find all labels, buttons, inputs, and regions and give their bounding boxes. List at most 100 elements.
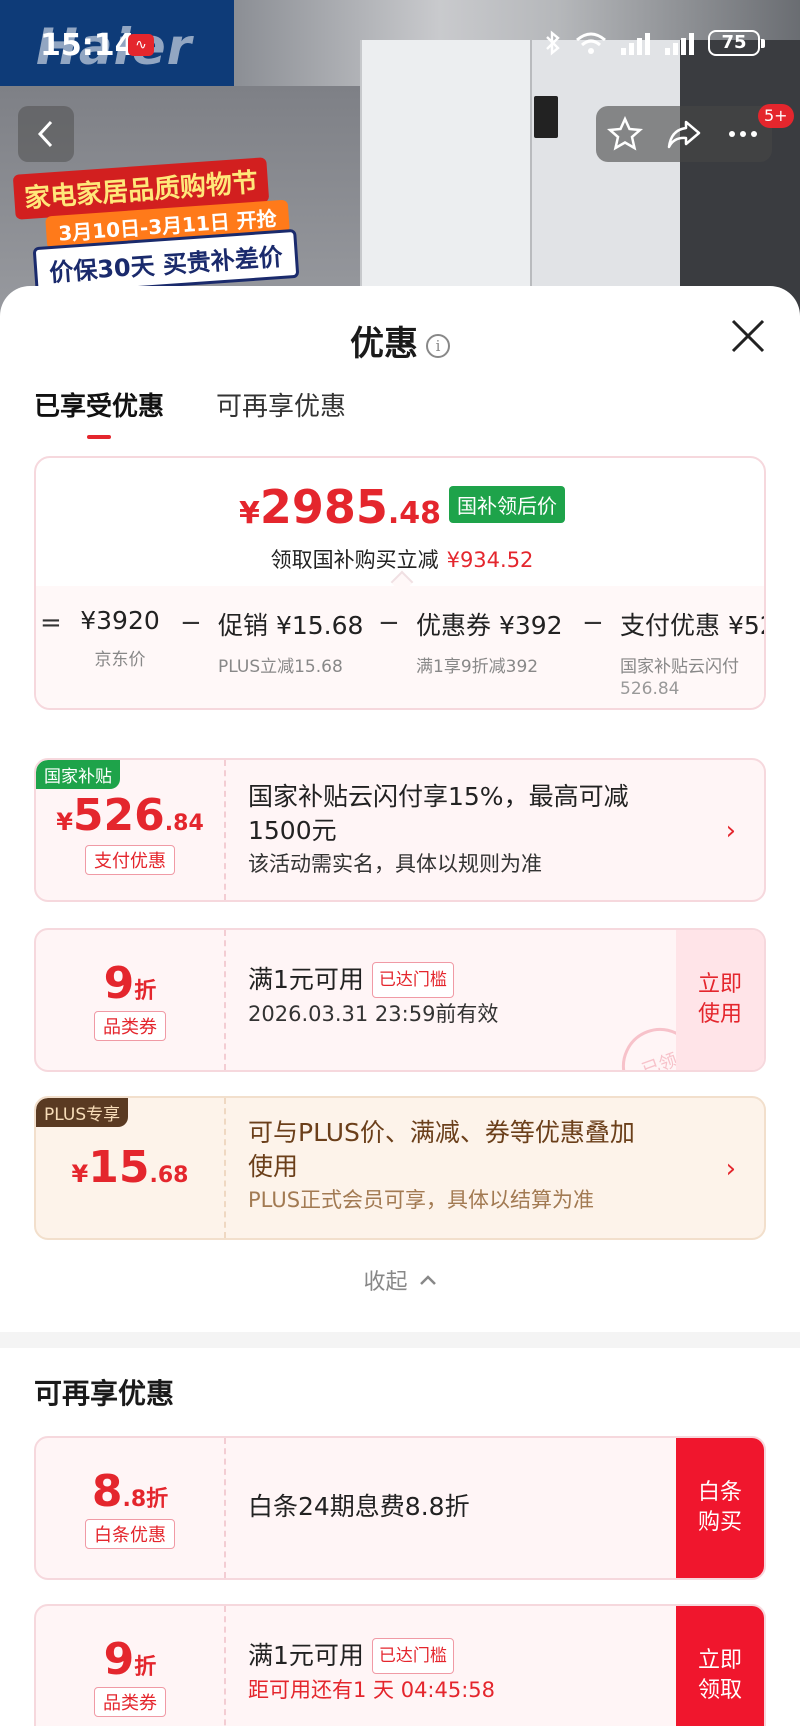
coupon-amount-area: 9折 品类券 (36, 1606, 224, 1726)
sheet-title: 优惠 i (0, 316, 800, 365)
coupon-details: 国家补贴云闪付享15%，最高可减 1500元 该活动需实名，具体以规则为准 (248, 760, 764, 900)
chevron-up-icon (419, 1275, 436, 1285)
close-button[interactable] (728, 316, 768, 356)
coupon-title-line2: 1500元 (248, 816, 337, 845)
coupon-national-subsidy[interactable]: 国家补贴 ¥526.84 支付优惠 国家补贴云闪付享15%，最高可减 1500元… (34, 758, 766, 902)
tab-enjoyed[interactable]: 已享受优惠 (34, 386, 164, 439)
coupon-divider (224, 760, 226, 900)
more-icon[interactable] (725, 116, 761, 152)
breakdown-label: 满1享9折减392 (416, 657, 539, 677)
reduce-amount: ¥934.52 (446, 548, 534, 572)
breakdown-value: 优惠券 ¥392 (416, 611, 563, 640)
recording-icon: ∿ (128, 34, 154, 56)
reduce-line: 领取国补购买立减 ¥934.52 (36, 544, 764, 574)
chevron-right-icon[interactable]: › (726, 816, 736, 846)
coupon-amount-integer: 15 (88, 1142, 150, 1193)
breakdown-label: PLUS立减15.68 (218, 657, 343, 677)
battery-indicator: 75 (708, 30, 765, 56)
coupon-category[interactable]: 9折 品类券 满1元可用 已达门槛 2026.03.31 23:59前有效 已领 … (34, 928, 766, 1072)
coupon-divider (224, 1098, 226, 1238)
final-price-currency: ¥ (238, 496, 260, 531)
coupon-amount-area: 8.8折 白条优惠 (36, 1438, 224, 1578)
coupon-title: 满1元可用 (248, 965, 364, 994)
price-summary-card: ¥2985.48 国补领后价 领取国补购买立减 ¥934.52 = ¥3920 京东… (34, 456, 766, 710)
coupon-amount: ¥15.68 (36, 1142, 224, 1193)
breakdown-operator: = (40, 608, 62, 638)
coupon-discount-unit: .8折 (122, 1487, 169, 1512)
breakdown-item: ¥3920 京东价 (78, 606, 162, 670)
breakdown-label-2: 526.84 (620, 679, 680, 699)
bluetooth-icon (546, 30, 560, 56)
coupon-type-label: 支付优惠 (85, 845, 175, 875)
coupon-type-label: 白条优惠 (85, 1519, 175, 1549)
breakdown-value: 支付优惠 ¥52 (620, 611, 766, 640)
breakdown-item: 优惠券 ¥392 满1享9折减392 (416, 606, 563, 677)
reduce-text: 领取国补购买立减 (270, 548, 439, 572)
coupon-details: 可与PLUS价、满减、券等优惠叠加 使用 PLUS正式会员可享，具体以结算为准 (248, 1098, 764, 1238)
coupon-divider (224, 1438, 226, 1578)
baitiao-buy-button[interactable]: 白条 购买 (676, 1438, 764, 1578)
info-icon[interactable]: i (426, 334, 450, 358)
coupon-amount-decimal: .84 (164, 811, 204, 836)
coupon-discount-number: 9 (103, 1634, 135, 1685)
close-icon (731, 319, 765, 353)
final-price-tag: 国补领后价 (449, 486, 566, 523)
coupon-amount: 8.8折 (36, 1466, 224, 1517)
breakdown-value: ¥3920 (80, 606, 160, 635)
coupon-currency: ¥ (56, 808, 73, 836)
breakdown-item: 促销 ¥15.68 PLUS立减15.68 (218, 606, 363, 677)
top-action-bar (596, 106, 772, 162)
coupon-type-label: 品类券 (94, 1011, 166, 1041)
coupon-title: 国家补贴云闪付享15%，最高可减 (248, 782, 629, 811)
breakdown-operator: − (180, 608, 202, 638)
coupon-amount: 9折 (36, 958, 224, 1009)
more-discounts-title: 可再享优惠 (34, 1377, 175, 1410)
coupon-subtitle: 该活动需实名，具体以规则为准 (248, 852, 542, 876)
coupon-divider (224, 1606, 226, 1726)
claim-now-button[interactable]: 立即 领取 (676, 1606, 764, 1726)
coupon-plus[interactable]: PLUS专享 ¥15.68 可与PLUS价、满减、券等优惠叠加 使用 PLUS正… (34, 1096, 766, 1240)
breakdown-operator: − (582, 608, 604, 638)
breakdown-value: 促销 ¥15.68 (218, 611, 364, 640)
status-time: 15:14 (40, 28, 136, 63)
promo-banner: 家电家居品质购物节 3月10日-3月11日 开抢 价保30天 买贵补差价 (12, 150, 322, 297)
signal-icon-2 (665, 33, 694, 55)
threshold-met-badge: 已达门槛 (371, 962, 454, 998)
wifi-icon (576, 32, 606, 54)
message-badge: 5+ (758, 104, 794, 128)
breakdown-label: 京东价 (94, 650, 146, 670)
star-icon[interactable] (607, 116, 644, 152)
coupon-category-claim[interactable]: 9折 品类券 满1元可用 已达门槛 距可用还有1 天 04:45:58 立即 领取 (34, 1604, 766, 1726)
breakdown-label: 国家补贴云闪付 (620, 657, 739, 677)
section-divider (0, 1332, 800, 1348)
coupon-discount-unit: 折 (134, 979, 157, 1004)
breakdown-operator: − (378, 608, 400, 638)
coupon-discount-unit: 折 (134, 1655, 157, 1680)
coupon-amount: ¥526.84 (36, 790, 224, 841)
final-price-row: ¥2985.48 国补领后价 (36, 480, 764, 534)
coupon-amount-integer: 526 (72, 790, 165, 841)
coupon-baitiao[interactable]: 8.8折 白条优惠 白条24期息费8.8折 白条 购买 (34, 1436, 766, 1580)
threshold-met-badge: 已达门槛 (371, 1638, 454, 1674)
coupon-subtitle: PLUS正式会员可享，具体以结算为准 (248, 1188, 595, 1212)
fridge-panel-image (534, 96, 558, 138)
status-icons: 75 (544, 30, 765, 56)
use-now-button[interactable]: 立即 使用 (676, 930, 764, 1070)
tab-bar: 已享受优惠 可再享优惠 (34, 386, 346, 439)
chevron-left-icon (37, 120, 53, 148)
final-price-decimal: .48 (387, 496, 442, 531)
price-breakdown: = ¥3920 京东价 − 促销 ¥15.68 PLUS立减15.68 − 优惠… (36, 586, 766, 708)
share-icon[interactable] (666, 116, 702, 152)
signal-icon (621, 33, 650, 55)
coupon-currency: ¥ (71, 1160, 89, 1188)
coupon-amount: 9折 (36, 1634, 224, 1685)
coupon-title: 满1元可用 (248, 1641, 364, 1670)
chevron-right-icon[interactable]: › (726, 1154, 736, 1184)
sheet-title-text: 优惠 (350, 324, 418, 364)
collapse-button[interactable]: 收起 (0, 1264, 800, 1296)
coupon-amount-area: ¥15.68 (36, 1098, 224, 1238)
coupon-title-line2: 使用 (248, 1152, 299, 1181)
coupon-amount-area: 9折 品类券 (36, 930, 224, 1070)
tab-more[interactable]: 可再享优惠 (216, 386, 346, 439)
collapse-label: 收起 (363, 1270, 408, 1295)
